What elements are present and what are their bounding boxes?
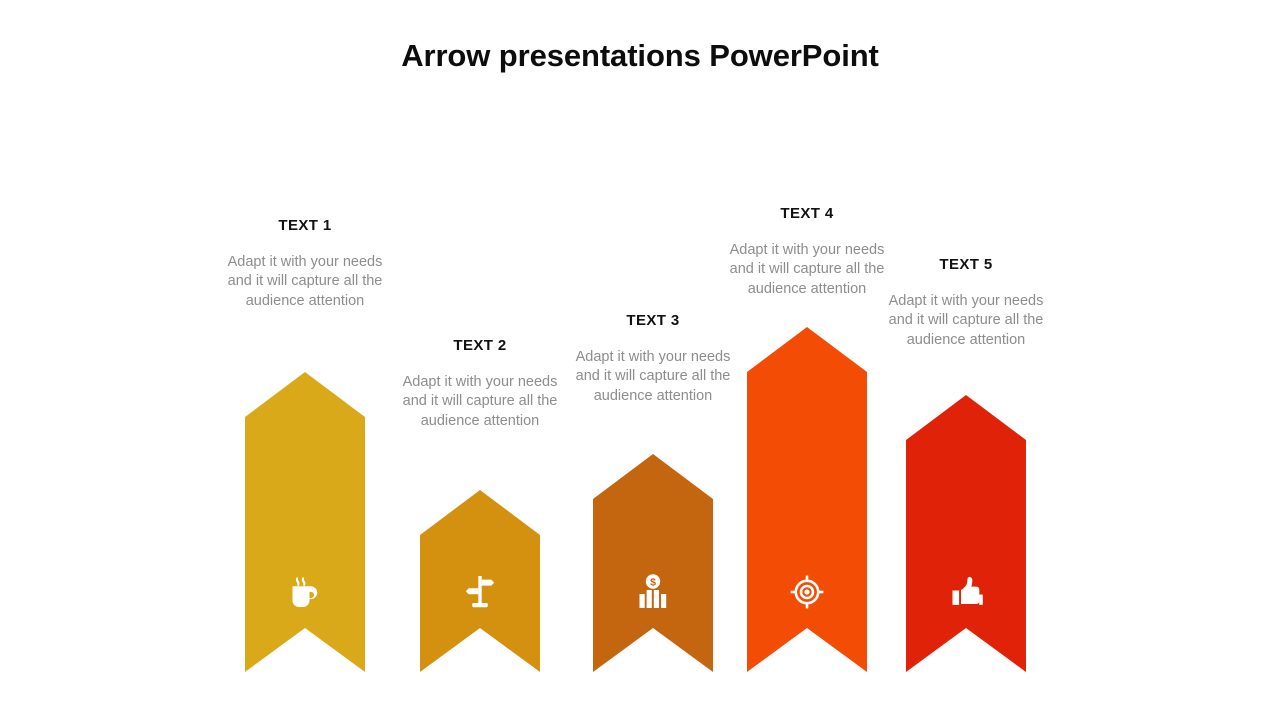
banner-shape-1[interactable] bbox=[220, 370, 390, 672]
banner-path-1 bbox=[245, 372, 365, 672]
icon-slot-2 bbox=[458, 570, 502, 614]
caption-1: TEXT 1 Adapt it with your needs and it w… bbox=[220, 217, 390, 311]
caption-4: TEXT 4 Adapt it with your needs and it w… bbox=[722, 205, 892, 299]
coffee-cup-icon bbox=[292, 577, 318, 607]
target-icon bbox=[790, 575, 824, 609]
caption-title-4: TEXT 4 bbox=[780, 205, 834, 222]
icon-slot-1 bbox=[283, 572, 327, 616]
caption-5: TEXT 5 Adapt it with your needs and it w… bbox=[881, 256, 1051, 350]
icon-slot-4 bbox=[785, 570, 829, 614]
caption-body-5: Adapt it with your needs and it will cap… bbox=[888, 292, 1044, 348]
caption-title-5: TEXT 5 bbox=[939, 256, 993, 273]
page-title: Arrow presentations PowerPoint bbox=[401, 38, 879, 73]
banner-shape-5[interactable] bbox=[881, 393, 1051, 672]
banner-shape-3[interactable] bbox=[568, 452, 738, 672]
icon-slot-5 bbox=[944, 570, 988, 614]
caption-2: TEXT 2 Adapt it with your needs and it w… bbox=[395, 337, 565, 431]
signpost-icon bbox=[465, 576, 495, 608]
slide-canvas: Arrow presentations PowerPoint TEXT 1 Ad… bbox=[0, 0, 1280, 720]
banner-shape-4[interactable] bbox=[722, 325, 892, 672]
caption-3: TEXT 3 Adapt it with your needs and it w… bbox=[568, 312, 738, 406]
banner-path-4 bbox=[747, 327, 867, 672]
caption-title-3: TEXT 3 bbox=[626, 312, 680, 329]
caption-title-2: TEXT 2 bbox=[453, 337, 507, 354]
caption-title-1: TEXT 1 bbox=[278, 217, 332, 234]
icon-slot-3: $ bbox=[631, 570, 675, 614]
caption-body-3: Adapt it with your needs and it will cap… bbox=[575, 348, 731, 404]
banner-path-3 bbox=[593, 454, 713, 672]
money-bar-chart-icon: $ bbox=[639, 574, 667, 608]
svg-text:$: $ bbox=[650, 577, 656, 589]
thumbs-up-icon bbox=[952, 576, 983, 605]
caption-body-1: Adapt it with your needs and it will cap… bbox=[227, 253, 383, 309]
caption-body-2: Adapt it with your needs and it will cap… bbox=[402, 373, 558, 429]
caption-body-4: Adapt it with your needs and it will cap… bbox=[729, 241, 885, 297]
banner-path-5 bbox=[906, 395, 1026, 672]
